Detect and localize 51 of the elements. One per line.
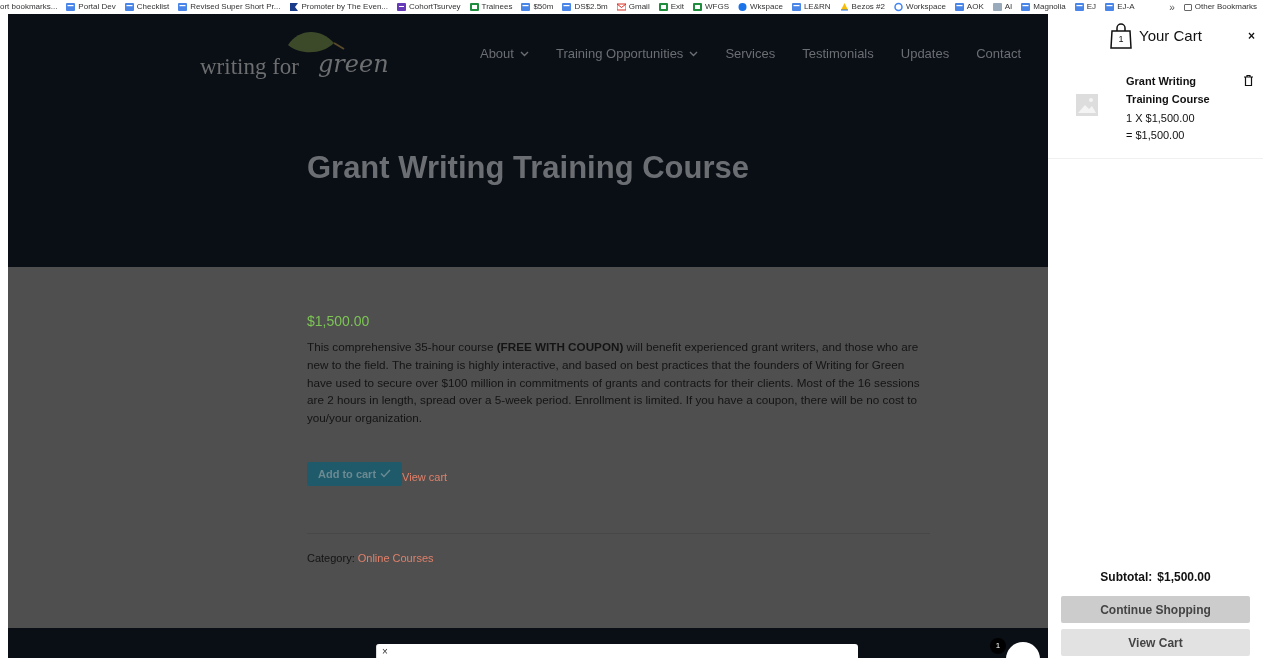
- bookmark-link[interactable]: CohortTsurvey: [397, 1, 461, 13]
- bookmark-icon: [738, 2, 747, 12]
- bookmark-link[interactable]: LE&RN: [791, 1, 831, 13]
- bookmark-link[interactable]: ort bookmarks...: [0, 1, 58, 13]
- category-label: Category:: [307, 551, 355, 566]
- page-title: Grant Writing Training Course: [305, 149, 751, 187]
- image-placeholder-icon: [1076, 94, 1098, 116]
- bookmark-link[interactable]: Workspace: [893, 1, 946, 13]
- bookmark-link[interactable]: Portal Dev: [66, 1, 116, 13]
- bookmark-icon: [839, 2, 849, 12]
- bookmark-link[interactable]: DS$2.5m: [562, 1, 608, 13]
- bookmark-icon: [992, 2, 1002, 12]
- bookmark-link[interactable]: AI: [992, 1, 1013, 13]
- trash-icon[interactable]: [1244, 75, 1253, 86]
- bookmark-link[interactable]: Revised Super Short Pr...: [178, 1, 281, 13]
- close-button[interactable]: ×: [1248, 27, 1255, 45]
- bookmark-link[interactable]: WFGS: [693, 1, 729, 13]
- cart-item-name[interactable]: Grant Writing Training Course: [1126, 72, 1226, 108]
- bookmark-icon: [893, 2, 903, 12]
- more-bookmarks-button[interactable]: »: [1169, 0, 1175, 14]
- nav-link[interactable]: About: [479, 44, 529, 64]
- nav-link[interactable]: Testimonials: [802, 44, 874, 64]
- nav-link[interactable]: Services: [725, 44, 776, 64]
- bookmark-link[interactable]: AOK: [954, 1, 984, 13]
- bookmark-link[interactable]: Checklist: [124, 1, 170, 13]
- bookmark-link[interactable]: $50m: [521, 1, 554, 13]
- cart-item-quantity: 1 X $1,500.00: [1126, 111, 1196, 126]
- continue-shopping-button[interactable]: Continue Shopping: [1061, 596, 1250, 623]
- cart-title: Your Cart: [1139, 25, 1202, 46]
- product-price: $1,500.00: [307, 312, 371, 331]
- view-cart-button[interactable]: View Cart: [1061, 629, 1250, 656]
- cart-item-total: = $1,500.00: [1126, 128, 1186, 143]
- bookmark-link[interactable]: Promoter by The Even...: [289, 1, 388, 13]
- bookmark-link[interactable]: EJ-A: [1105, 1, 1135, 13]
- bookmark-link[interactable]: Exit: [658, 1, 684, 13]
- subtotal-label: Subtotal:: [1100, 569, 1153, 586]
- bookmark-link[interactable]: Bezos #2: [839, 1, 885, 13]
- close-button[interactable]: ×: [382, 647, 388, 657]
- bookmark-icon: [289, 2, 299, 12]
- nav-link[interactable]: Contact: [976, 44, 1021, 64]
- bookmark-folder[interactable]: Other Bookmarks: [1183, 1, 1263, 13]
- subtotal-value: $1,500.00: [1157, 569, 1211, 586]
- site-logo[interactable]: writing for green: [200, 24, 390, 90]
- nav-link[interactable]: Updates: [900, 44, 950, 64]
- nav-link[interactable]: Training Opportunities: [555, 44, 699, 64]
- bookmark-link[interactable]: Wkspace: [738, 1, 783, 13]
- bookmark-link[interactable]: Gmail: [616, 1, 650, 13]
- bookmark-link[interactable]: EJ: [1074, 1, 1097, 13]
- count-badge: 1: [990, 638, 1006, 654]
- bookmark-link[interactable]: Trainees: [469, 1, 513, 13]
- bookmark-link[interactable]: Magnolia: [1021, 1, 1066, 13]
